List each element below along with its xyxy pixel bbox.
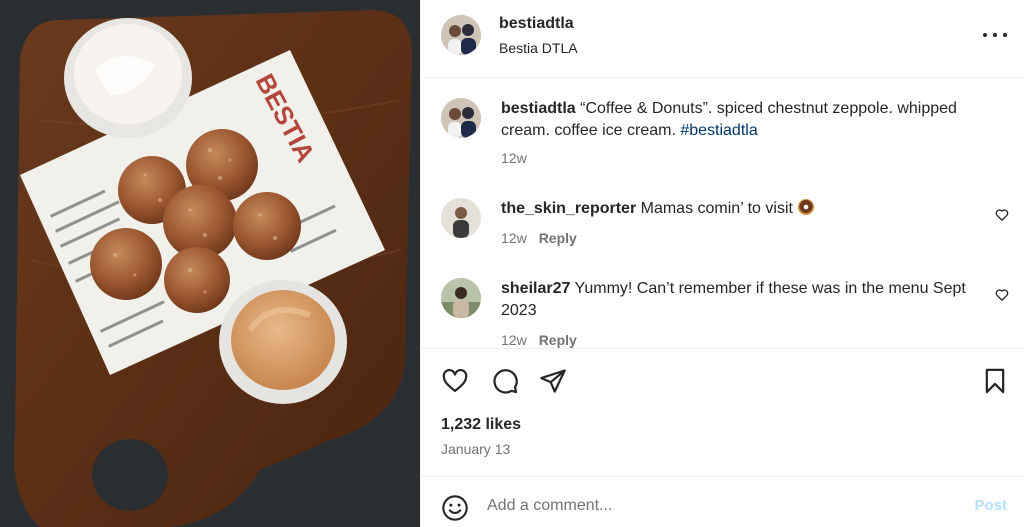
- post-image[interactable]: BESTIA: [0, 0, 420, 527]
- likes-count[interactable]: 1,232 likes: [441, 416, 521, 434]
- post-details-panel: bestiadtla Bestia DTLA bestiadtla “Coffe…: [420, 0, 1024, 527]
- reply-button[interactable]: Reply: [539, 332, 577, 348]
- caption-username[interactable]: bestiadtla: [501, 100, 576, 117]
- add-comment-bar: Post: [421, 476, 1024, 527]
- comment-like-heart-icon[interactable]: [995, 208, 1009, 222]
- paper-plane-icon[interactable]: [539, 367, 567, 395]
- comment-like-heart-icon[interactable]: [995, 288, 1009, 302]
- donuts-photo: BESTIA: [0, 0, 420, 527]
- comment-meta: 12w Reply: [501, 332, 577, 348]
- comment-text: the_skin_reporter Mamas comin’ to visit: [501, 198, 981, 220]
- bookmark-icon[interactable]: [981, 367, 1009, 395]
- caption-timestamp[interactable]: 12w: [501, 150, 527, 166]
- post-caption: bestiadtla “Coffee & Donuts”. spiced che…: [501, 98, 1001, 142]
- reply-button[interactable]: Reply: [539, 230, 577, 246]
- comment-body: Yummy! Can’t remember if these was in th…: [501, 280, 966, 319]
- post-location[interactable]: Bestia DTLA: [499, 40, 578, 56]
- comment-body: Mamas comin’ to visit: [636, 200, 798, 217]
- post-comment-button[interactable]: Post: [974, 497, 1007, 514]
- comment-username[interactable]: sheilar27: [501, 280, 570, 297]
- commenter-avatar[interactable]: [441, 278, 481, 318]
- post-date[interactable]: January 13: [441, 441, 510, 457]
- smiley-icon[interactable]: [441, 494, 469, 522]
- comment-username[interactable]: the_skin_reporter: [501, 200, 636, 217]
- comment-text: sheilar27 Yummy! Can’t remember if these…: [501, 278, 981, 322]
- author-avatar[interactable]: [441, 15, 481, 55]
- comment-timestamp[interactable]: 12w: [501, 332, 527, 348]
- more-options-icon[interactable]: [983, 26, 1007, 44]
- comment-bubble-icon[interactable]: [491, 367, 519, 395]
- post-header: bestiadtla Bestia DTLA: [421, 0, 1024, 78]
- commenter-avatar[interactable]: [441, 198, 481, 238]
- heart-icon[interactable]: [441, 367, 469, 395]
- author-username[interactable]: bestiadtla: [499, 15, 574, 33]
- comment-timestamp[interactable]: 12w: [501, 230, 527, 246]
- action-bar: [421, 348, 1024, 412]
- comment-item: sheilar27 Yummy! Can’t remember if these…: [421, 276, 1024, 348]
- comment-input[interactable]: [487, 491, 947, 521]
- donut-emoji-icon: [798, 199, 815, 215]
- comment-meta: 12w Reply: [501, 230, 577, 246]
- caption-hashtag[interactable]: #bestiadtla: [680, 122, 757, 139]
- comment-item: the_skin_reporter Mamas comin’ to visit …: [421, 196, 1024, 256]
- caption-avatar[interactable]: [441, 98, 481, 138]
